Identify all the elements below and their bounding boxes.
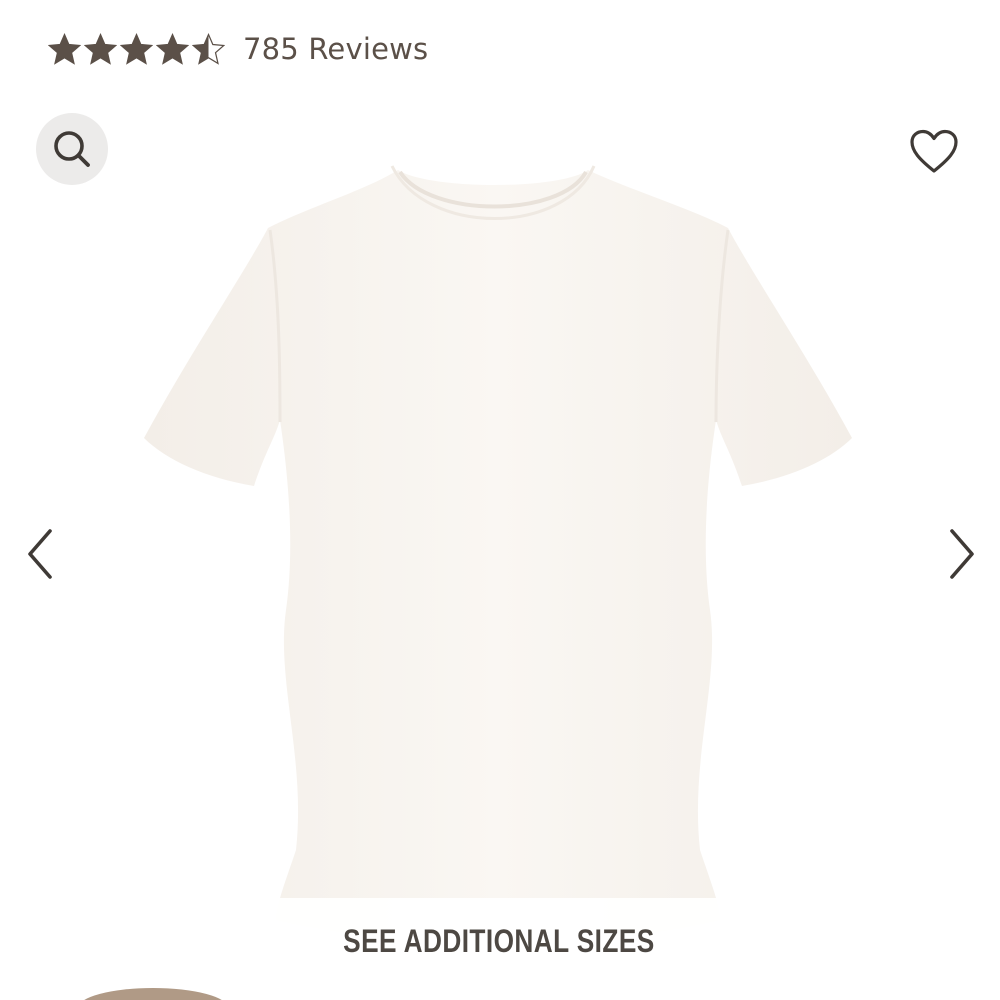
- previous-image-button[interactable]: [16, 522, 64, 586]
- color-swatch[interactable]: [78, 988, 228, 1000]
- star-full-icon: [84, 32, 117, 65]
- star-half-icon: [192, 32, 225, 65]
- rating-summary[interactable]: 785 Reviews: [48, 28, 428, 70]
- next-image-button[interactable]: [938, 522, 986, 586]
- product-page: 785 Reviews SEE ADDITIONAL SIZES: [0, 0, 1000, 1000]
- star-rating: [48, 32, 225, 66]
- product-image[interactable]: [130, 160, 870, 960]
- star-full-icon: [120, 32, 153, 65]
- heart-outline-icon: [910, 129, 958, 173]
- reviews-count-link[interactable]: 785 Reviews: [243, 32, 428, 66]
- search-icon: [54, 131, 90, 167]
- star-full-icon: [156, 32, 189, 65]
- wishlist-button[interactable]: [906, 124, 962, 180]
- chevron-left-icon: [28, 529, 52, 579]
- chevron-right-icon: [950, 529, 974, 579]
- see-additional-sizes-label: SEE ADDITIONAL SIZES: [343, 922, 655, 959]
- star-full-icon: [48, 32, 81, 65]
- search-button[interactable]: [36, 113, 108, 185]
- see-additional-sizes-button[interactable]: SEE ADDITIONAL SIZES: [268, 898, 730, 984]
